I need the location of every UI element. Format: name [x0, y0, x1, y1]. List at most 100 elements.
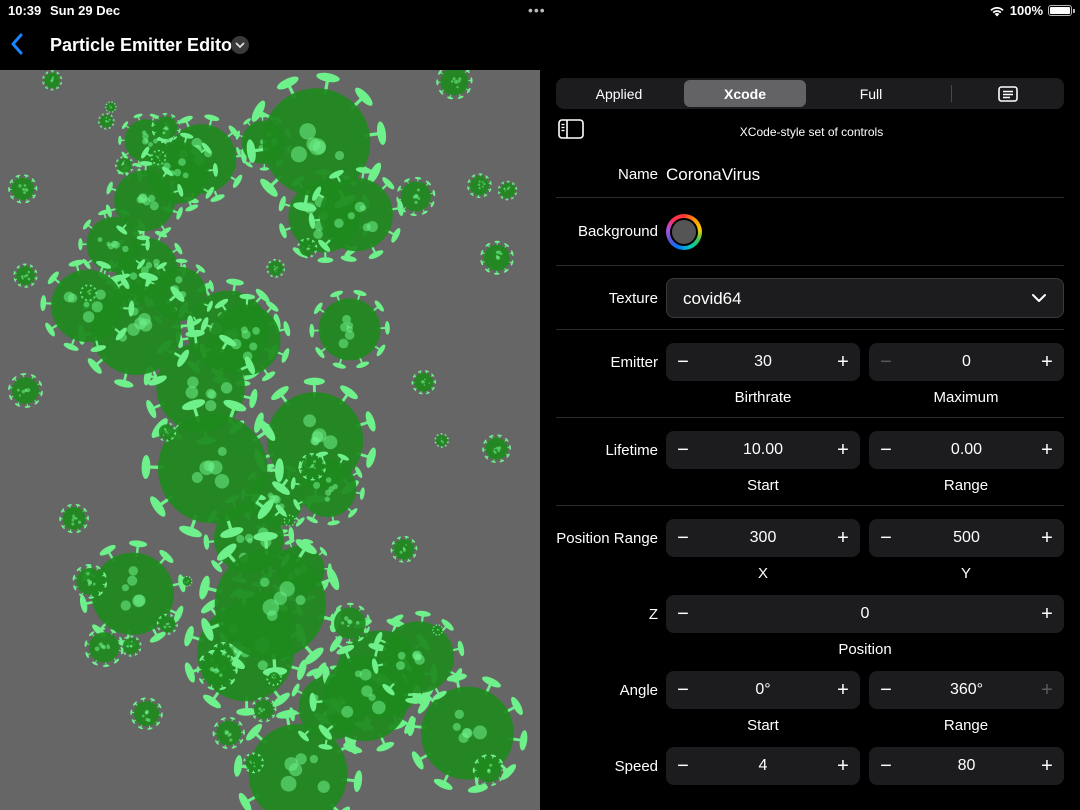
virus-particle [390, 536, 418, 563]
decrement-button[interactable]: − [668, 519, 698, 557]
increment-button[interactable]: + [1032, 343, 1062, 381]
virus-particle [13, 263, 38, 288]
speed-range-stepper: − 80 + [869, 747, 1064, 785]
virus-particle [467, 173, 492, 199]
lifetime-range-value[interactable]: 0.00 [899, 441, 1034, 459]
virus-particle [115, 156, 134, 175]
speed-label: Speed [614, 758, 658, 775]
z-position-caption: Position [838, 641, 892, 658]
inspector-panel: Applied Xcode Full XCode-style set of co… [541, 70, 1080, 810]
background-color-swatch [670, 218, 698, 246]
mode-segmented-control: Applied Xcode Full [556, 78, 1064, 109]
back-button[interactable] [10, 32, 32, 58]
increment-button[interactable]: + [828, 431, 858, 469]
virus-particle [309, 289, 390, 369]
birthrate-caption: Birthrate [734, 389, 792, 406]
texture-selected-value: covid64 [683, 289, 742, 308]
z-label: Z [648, 606, 658, 623]
background-color-well[interactable] [666, 214, 702, 250]
tab-xcode[interactable]: Xcode [684, 80, 806, 107]
lifetime-range-caption: Range [943, 477, 989, 494]
lifetime-start-caption: Start [747, 477, 779, 494]
battery-level [1050, 7, 1070, 14]
virus-particle [8, 174, 38, 204]
status-time: 10:39 [8, 3, 42, 18]
z-position-value[interactable]: 0 [696, 605, 1034, 623]
navigation-bar: Particle Emitter Editor [0, 20, 1080, 70]
name-label: Name [617, 166, 658, 183]
angle-start-value[interactable]: 0° [696, 681, 830, 699]
maximum-stepper: − 0 + [869, 343, 1064, 381]
maximum-value[interactable]: 0 [899, 353, 1034, 371]
position-y-stepper: − 500 + [869, 519, 1064, 557]
angle-start-caption: Start [747, 717, 779, 734]
lifetime-start-value[interactable]: 10.00 [696, 441, 830, 459]
texture-dropdown[interactable]: covid64 [666, 278, 1064, 318]
decrement-button[interactable]: − [871, 747, 901, 785]
decrement-button[interactable]: − [871, 519, 901, 557]
angle-range-stepper: − 360° + [869, 671, 1064, 709]
increment-button[interactable]: + [828, 519, 858, 557]
tab-list[interactable] [954, 80, 1062, 107]
multitasking-dots[interactable]: ••• [528, 2, 546, 18]
decrement-button[interactable]: − [871, 431, 901, 469]
angle-range-value[interactable]: 360° [899, 681, 1034, 699]
title-menu-button[interactable] [231, 36, 249, 54]
decrement-button[interactable]: − [668, 595, 698, 633]
birthrate-value[interactable]: 30 [696, 353, 830, 371]
segment-divider [951, 85, 952, 102]
list-icon [998, 85, 1018, 102]
section-caption: XCode-style set of controls [739, 125, 884, 139]
name-field[interactable]: CoronaVirus [666, 165, 760, 185]
increment-button[interactable]: + [1032, 595, 1062, 633]
status-date: Sun 29 Dec [50, 3, 121, 18]
tab-full[interactable]: Full [810, 80, 932, 107]
divider [556, 265, 1064, 266]
speed-range-value[interactable]: 80 [899, 757, 1034, 775]
speed-start-stepper: − 4 + [666, 747, 860, 785]
virus-particle [8, 373, 43, 408]
increment-button[interactable]: + [828, 747, 858, 785]
virus-particle [42, 70, 63, 91]
increment-button[interactable]: + [1032, 671, 1062, 709]
virus-particle [212, 717, 245, 749]
decrement-button[interactable]: − [668, 747, 698, 785]
angle-start-stepper: − 0° + [666, 671, 860, 709]
divider [556, 329, 1064, 330]
divider [556, 197, 1064, 198]
maximum-caption: Maximum [933, 389, 999, 406]
increment-button[interactable]: + [1032, 431, 1062, 469]
virus-particle [482, 434, 511, 463]
virus-particle [436, 70, 473, 100]
virus-particle [266, 258, 286, 278]
increment-button[interactable]: + [1032, 519, 1062, 557]
wifi-icon [990, 6, 1004, 16]
virus-particle [98, 112, 115, 130]
increment-button[interactable]: + [828, 343, 858, 381]
virus-particle [497, 180, 518, 201]
angle-label: Angle [619, 682, 658, 699]
particle-preview[interactable] [0, 70, 540, 810]
emitter-label: Emitter [610, 354, 658, 371]
divider [556, 417, 1064, 418]
decrement-button[interactable]: − [668, 431, 698, 469]
speed-start-value[interactable]: 4 [696, 757, 830, 775]
angle-range-caption: Range [943, 717, 989, 734]
battery-percent: 100% [1009, 3, 1043, 18]
position-x-value[interactable]: 300 [696, 529, 830, 547]
virus-particle [434, 433, 449, 448]
position-y-value[interactable]: 500 [899, 529, 1034, 547]
particle-canvas [8, 70, 528, 810]
decrement-button[interactable]: − [871, 343, 901, 381]
position-x-caption: X [757, 565, 768, 582]
decrement-button[interactable]: − [668, 671, 698, 709]
decrement-button[interactable]: − [668, 343, 698, 381]
background-label: Background [577, 223, 658, 240]
increment-button[interactable]: + [828, 671, 858, 709]
position-x-stepper: − 300 + [666, 519, 860, 557]
tab-applied[interactable]: Applied [558, 80, 680, 107]
z-position-stepper: − 0 + [666, 595, 1064, 633]
increment-button[interactable]: + [1032, 747, 1062, 785]
decrement-button[interactable]: − [871, 671, 901, 709]
lifetime-label: Lifetime [605, 442, 658, 459]
